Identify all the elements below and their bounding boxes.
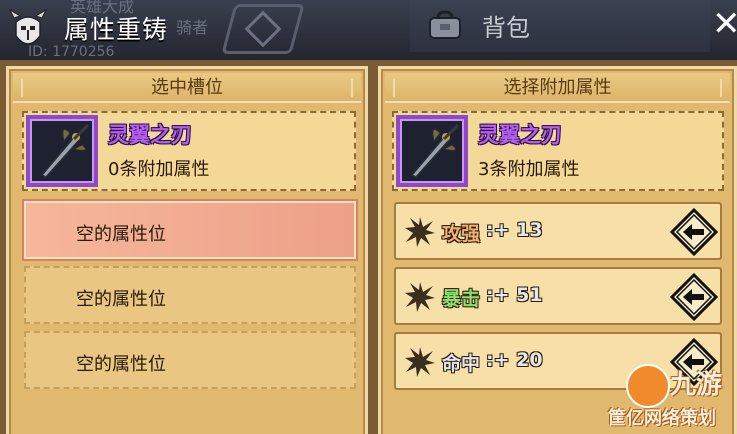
burst-icon	[404, 281, 436, 313]
item-name: 灵翼之刃	[478, 123, 562, 147]
sword-icon	[26, 115, 98, 187]
watermark-logo-icon	[626, 364, 670, 408]
helmet-icon	[8, 8, 48, 48]
item-card-left: 灵翼之刃 0条附加属性	[22, 111, 356, 191]
item-card-right: 灵翼之刃 3条附加属性	[392, 111, 724, 191]
arrow-left-icon	[670, 208, 718, 256]
close-icon[interactable]: ✕	[712, 6, 737, 42]
item-name: 灵翼之刃	[108, 123, 192, 147]
attribute-value: :+ 13	[486, 219, 543, 241]
attribute-row-attack[interactable]: 攻强 :+ 13	[394, 202, 722, 260]
sword-icon	[396, 115, 468, 187]
attribute-slot-2[interactable]: 空的属性位	[24, 266, 356, 324]
watermark-title: 九游	[670, 370, 723, 400]
attribute-name: 暴击	[442, 288, 481, 310]
ghost-text-2: 骑者	[176, 18, 209, 37]
select-attribute-button[interactable]	[670, 208, 718, 256]
attribute-name: 攻强	[442, 223, 481, 245]
panel-header-choose-attribute: 选择附加属性	[385, 73, 730, 103]
attribute-value: :+ 20	[486, 349, 543, 371]
attribute-name: 命中	[442, 353, 481, 375]
burst-icon	[404, 346, 436, 378]
top-bar: 英雄大成 骑者 ID: 1770256 属性重铸 背包 ✕	[0, 0, 737, 60]
item-attr-count: 3条附加属性	[478, 159, 580, 180]
attribute-slot-1[interactable]: 空的属性位	[24, 201, 356, 259]
backpack-icon	[428, 10, 462, 40]
attribute-slot-3[interactable]: 空的属性位	[24, 331, 356, 389]
watermark-subtitle: 筐亿网络策划	[608, 408, 716, 429]
panel-header-selected-slot: 选中槽位	[13, 73, 361, 103]
burst-icon	[404, 216, 436, 248]
attribute-value: :+ 51	[486, 284, 543, 306]
page-title: 属性重铸	[64, 15, 169, 44]
arrow-left-icon	[670, 273, 718, 321]
select-attribute-button[interactable]	[670, 273, 718, 321]
slot-label: 空的属性位	[76, 224, 166, 245]
slot-label: 空的属性位	[76, 354, 166, 375]
slot-label: 空的属性位	[76, 289, 166, 310]
tab-backpack-label: 背包	[482, 14, 530, 42]
tab-backpack[interactable]: 背包	[410, 0, 710, 52]
item-attr-count: 0条附加属性	[108, 159, 210, 180]
attribute-row-crit[interactable]: 暴击 :+ 51	[394, 267, 722, 325]
